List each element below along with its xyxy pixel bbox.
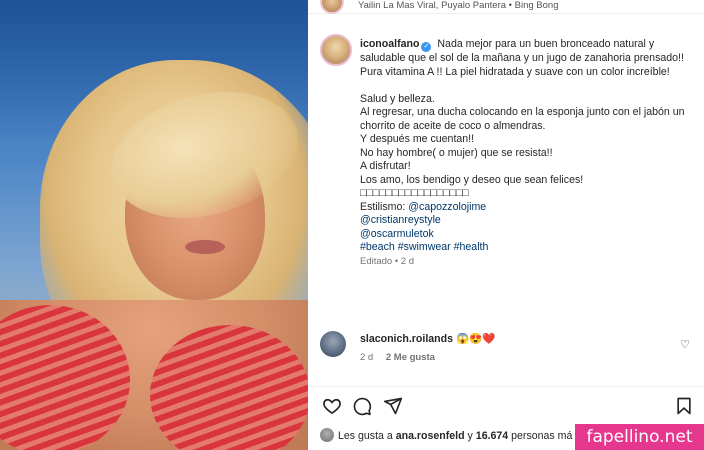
photo-swimsuit xyxy=(0,305,308,450)
caption-line: A disfrutar! xyxy=(360,160,411,172)
audio-line[interactable]: Yailin La Mas Viral, Puyalo Pantera • Bi… xyxy=(358,0,558,11)
commenter-username[interactable]: slaconich.roilands xyxy=(360,333,453,345)
caption-line: Pura vitamina A !! La piel hidratada y s… xyxy=(360,65,670,78)
verified-icon: ✓ xyxy=(421,42,432,52)
comment-likes[interactable]: 2 Me gusta xyxy=(386,352,435,363)
heart-icon[interactable] xyxy=(320,394,344,418)
divider xyxy=(308,386,704,387)
post-caption: iconoalfano ✓ Nada mejor para un buen bro… xyxy=(360,38,700,268)
swimsuit-right xyxy=(150,325,308,450)
bookmark-icon[interactable] xyxy=(672,394,696,418)
likes-middle: y xyxy=(464,430,476,442)
comment-text: 😱😍❤️ xyxy=(455,333,496,345)
caption-line: Salud y belleza. xyxy=(360,92,435,105)
mention-link[interactable]: @cristianreystyle xyxy=(360,214,441,226)
action-bar xyxy=(320,394,696,418)
mention-link[interactable]: @capozzolojime xyxy=(408,201,486,213)
styling-label: Estilismo: xyxy=(360,200,409,213)
comment-like-icon[interactable]: ♡ xyxy=(680,338,690,351)
header-avatar[interactable] xyxy=(320,0,344,14)
caption-line: □□□□□□□□□□□□□□□□□ xyxy=(360,187,469,199)
watermark: fapellino.net xyxy=(575,424,704,450)
share-icon[interactable] xyxy=(381,394,405,418)
edited-meta: Editado • 2 d xyxy=(360,255,415,267)
post-side-panel: Yailin La Mas Viral, Puyalo Pantera • Bi… xyxy=(308,0,704,450)
likes-count[interactable]: 16.674 xyxy=(476,430,508,442)
caption-line: Los amo, los bendigo y deseo que sean fe… xyxy=(360,173,584,186)
mention-link[interactable]: @oscarmuletok xyxy=(360,228,434,240)
hashtags[interactable]: #beach #swimwear #health xyxy=(360,241,488,253)
comment-time: 2 d xyxy=(360,352,374,363)
comment-item: slaconich.roilands 😱😍❤️ 2 d 2 Me gusta ♡ xyxy=(320,328,696,364)
photo-lips xyxy=(185,240,225,254)
caption-line: Y después me cuentan!! xyxy=(360,133,475,145)
liker-avatar xyxy=(320,428,334,442)
author-avatar[interactable] xyxy=(320,34,352,66)
swimsuit-left xyxy=(0,305,130,450)
commenter-avatar[interactable] xyxy=(320,331,346,357)
post-photo[interactable] xyxy=(0,0,308,450)
author-username[interactable]: iconoalfano xyxy=(360,38,419,50)
liker-username[interactable]: ana.rosenfeld xyxy=(396,430,465,442)
likes-prefix: Les gusta a xyxy=(338,430,396,442)
caption-line: No hay hombre( o mujer) que se resista!! xyxy=(360,146,553,159)
post-header: Yailin La Mas Viral, Puyalo Pantera • Bi… xyxy=(308,0,704,14)
likes-suffix: personas má xyxy=(508,430,573,442)
caption-line: Al regresar, una ducha colocando en la e… xyxy=(360,106,685,132)
comment-icon[interactable] xyxy=(350,394,374,418)
